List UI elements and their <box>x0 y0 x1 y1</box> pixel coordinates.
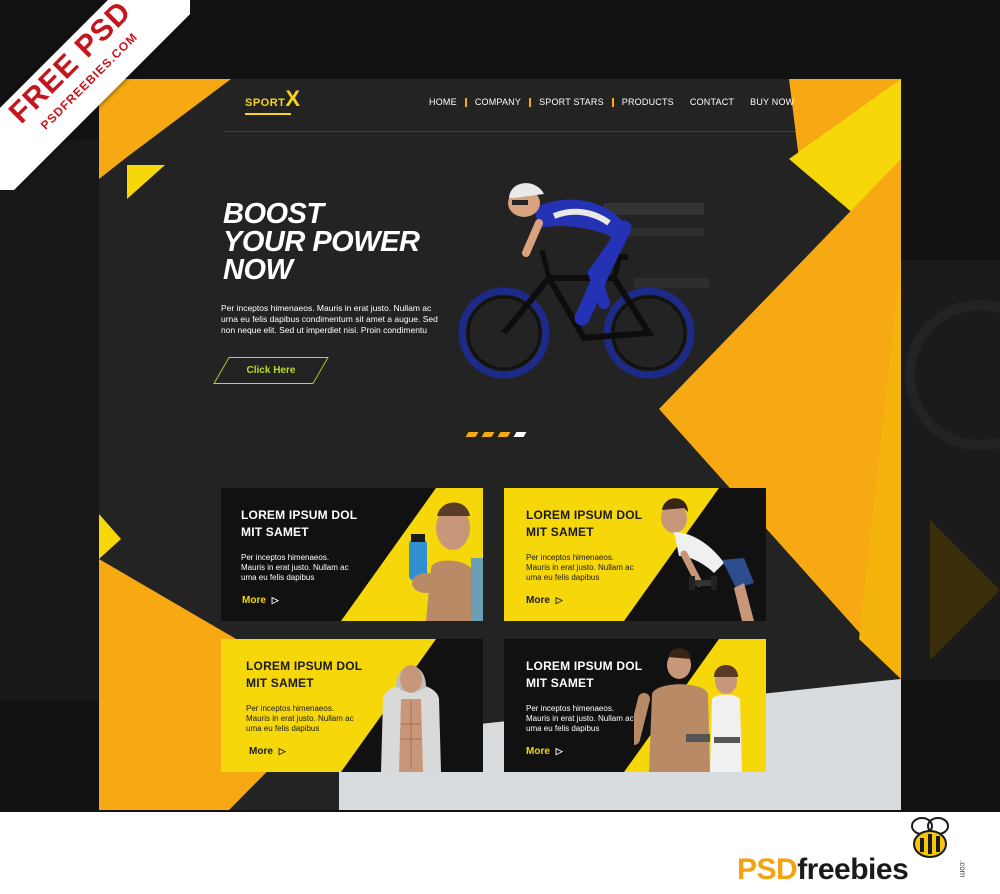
card-title-line: MIT SAMET <box>246 676 314 690</box>
nav-home[interactable]: HOME <box>429 97 457 107</box>
slider-pagination <box>465 432 531 437</box>
nav-buy-now[interactable]: BUY NOW <box>750 97 794 107</box>
backdrop-shape <box>0 140 100 700</box>
card-text: Per inceptos himenaeos. Mauris in erat j… <box>526 553 634 582</box>
nav-contact[interactable]: CONTACT <box>690 97 734 107</box>
logo-underline <box>245 113 291 115</box>
bike-frame <box>501 275 655 342</box>
nav-company[interactable]: COMPANY <box>475 97 521 107</box>
card-more-link[interactable]: More ▷ <box>526 595 563 606</box>
more-label: More <box>526 746 550 757</box>
slider-dot[interactable] <box>465 432 479 437</box>
more-label: More <box>249 746 273 757</box>
hero-title: BOOST YOUR POWER NOW <box>223 198 420 286</box>
card-title-line: MIT SAMET <box>241 525 309 539</box>
brand-psd-text: PSD <box>737 853 798 886</box>
athlete-bottle-image <box>409 502 483 621</box>
nav-separator <box>529 97 532 107</box>
play-arrow-icon: ▷ <box>555 746 563 756</box>
card-title-line: MIT SAMET <box>526 676 594 690</box>
website-mockup: SPORTX HOME COMPANY SPORT STARS PRODUCTS… <box>99 79 901 810</box>
yellow-triangle-left <box>99 514 121 559</box>
click-here-button[interactable]: Click Here <box>213 357 329 384</box>
site-logo[interactable]: SPORTX <box>245 86 301 115</box>
logo-x-text: X <box>285 86 301 111</box>
hero-title-line: BOOST <box>223 198 324 230</box>
card-title-line: LOREM IPSUM DOL <box>241 508 358 522</box>
bee-logo-icon <box>911 817 949 858</box>
card-more-link[interactable]: More ▷ <box>249 746 286 757</box>
card-title: LOREM IPSUM DOL MIT SAMET <box>526 658 666 692</box>
nav-divider <box>225 131 795 132</box>
rider-arm <box>522 219 543 257</box>
psdfreebies-brand[interactable]: PSDfreebies <box>737 853 909 887</box>
cyclist-image <box>458 183 709 379</box>
card-title: LOREM IPSUM DOL MIT SAMET <box>246 658 386 692</box>
feature-card[interactable]: LOREM IPSUM DOL MIT SAMET Per inceptos h… <box>221 488 483 621</box>
nav-separator <box>464 97 467 107</box>
card-title-line: LOREM IPSUM DOL <box>246 659 363 673</box>
play-arrow-icon: ▷ <box>555 595 563 605</box>
ribbon-band: FREE PSD PSDFREEBIES.COM <box>0 0 190 190</box>
card-more-link[interactable]: More ▷ <box>242 595 279 606</box>
hero-title-line: YOUR POWER <box>223 226 420 258</box>
card-text: Per inceptos himenaeos. Mauris in erat j… <box>526 704 634 733</box>
card-title-line: LOREM IPSUM DOL <box>526 659 643 673</box>
logo-sport-text: SPORT <box>245 97 286 109</box>
feature-card[interactable]: LOREM IPSUM DOL MIT SAMET Per inceptos h… <box>221 639 483 772</box>
brand-com-text: .com <box>958 860 967 878</box>
helmet <box>509 183 544 198</box>
feature-card[interactable]: LOREM IPSUM DOL MIT SAMET Per inceptos h… <box>504 488 766 621</box>
main-nav: HOME COMPANY SPORT STARS PRODUCTS CONTAC… <box>429 97 794 107</box>
card-title-line: MIT SAMET <box>526 525 594 539</box>
backdrop-arrow <box>930 520 1000 660</box>
nav-sport-stars[interactable]: SPORT STARS <box>539 97 604 107</box>
hero-title-line: NOW <box>223 254 293 286</box>
card-title: LOREM IPSUM DOL MIT SAMET <box>526 507 666 541</box>
brand-freebies-text: freebies <box>797 853 909 886</box>
slider-dot-active[interactable] <box>513 432 527 437</box>
hero-description: Per inceptos himenaeos. Mauris in erat j… <box>221 303 438 335</box>
card-text: Per inceptos himenaeos. Mauris in erat j… <box>241 553 349 582</box>
feature-card[interactable]: LOREM IPSUM DOL MIT SAMET Per inceptos h… <box>504 639 766 772</box>
play-arrow-icon: ▷ <box>271 595 279 605</box>
nav-separator <box>611 97 614 107</box>
button-label: Click Here <box>246 365 296 376</box>
more-label: More <box>242 595 266 606</box>
free-psd-ribbon: FREE PSD PSDFREEBIES.COM <box>0 0 190 190</box>
nav-products[interactable]: PRODUCTS <box>622 97 674 107</box>
slider-dot[interactable] <box>481 432 495 437</box>
card-more-link[interactable]: More ▷ <box>526 746 563 757</box>
card-title: LOREM IPSUM DOL MIT SAMET <box>241 507 381 541</box>
card-title-line: LOREM IPSUM DOL <box>526 508 643 522</box>
play-arrow-icon: ▷ <box>278 746 286 756</box>
more-label: More <box>526 595 550 606</box>
card-text: Per inceptos himenaeos. Mauris in erat j… <box>246 704 354 733</box>
slider-dot[interactable] <box>497 432 511 437</box>
